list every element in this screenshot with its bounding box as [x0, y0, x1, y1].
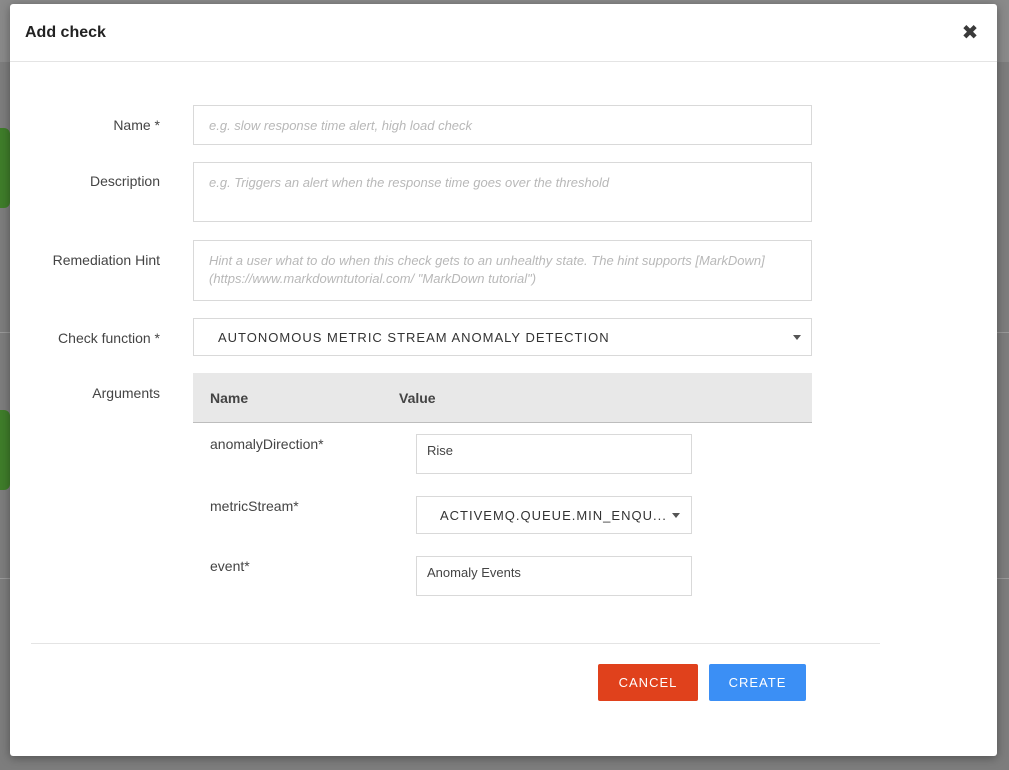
name-placeholder: e.g. slow response time alert, high load… — [209, 118, 473, 133]
description-label: Description — [89, 173, 160, 189]
arguments-table: Name Value — [193, 373, 812, 423]
metric-stream-value: ACTIVEMQ.QUEUE.MIN_ENQU... — [440, 507, 667, 523]
column-header-name: Name — [210, 389, 249, 406]
check-function-label: Check function * — [58, 330, 160, 346]
argument-name: anomalyDirection* — [210, 436, 324, 452]
arguments-table-header: Name Value — [193, 373, 812, 423]
name-input[interactable]: e.g. slow response time alert, high load… — [193, 105, 812, 145]
metric-stream-select[interactable]: ACTIVEMQ.QUEUE.MIN_ENQU... — [416, 496, 692, 534]
description-placeholder: e.g. Triggers an alert when the response… — [209, 175, 610, 190]
remediation-hint-textarea[interactable]: Hint a user what to do when this check g… — [193, 240, 812, 301]
event-input[interactable]: Anomaly Events — [416, 556, 692, 596]
argument-name: metricStream* — [210, 498, 299, 514]
footer-divider — [31, 643, 880, 644]
anomaly-direction-input[interactable]: Rise — [416, 434, 692, 474]
name-label: Name * — [113, 117, 160, 133]
close-icon[interactable]: ✖ — [960, 23, 980, 43]
remediation-hint-placeholder: Hint a user what to do when this check g… — [209, 253, 765, 286]
column-header-value: Value — [399, 389, 436, 406]
create-button[interactable]: CREATE — [709, 664, 806, 701]
add-check-modal: Add check ✖ Name * e.g. slow response ti… — [10, 4, 997, 756]
argument-name: event* — [210, 558, 250, 574]
background-thumbnail — [0, 128, 10, 208]
description-textarea[interactable]: e.g. Triggers an alert when the response… — [193, 162, 812, 222]
chevron-down-icon — [672, 512, 680, 518]
modal-header: Add check ✖ — [10, 4, 997, 62]
remediation-hint-label: Remediation Hint — [52, 252, 160, 268]
modal-title: Add check — [25, 23, 106, 41]
chevron-down-icon — [793, 334, 801, 340]
arguments-label: Arguments — [92, 385, 160, 401]
check-function-select[interactable]: AUTONOMOUS METRIC STREAM ANOMALY DETECTI… — [193, 318, 812, 356]
cancel-button[interactable]: CANCEL — [598, 664, 698, 701]
check-function-value: AUTONOMOUS METRIC STREAM ANOMALY DETECTI… — [218, 329, 610, 345]
background-thumbnail — [0, 410, 10, 490]
